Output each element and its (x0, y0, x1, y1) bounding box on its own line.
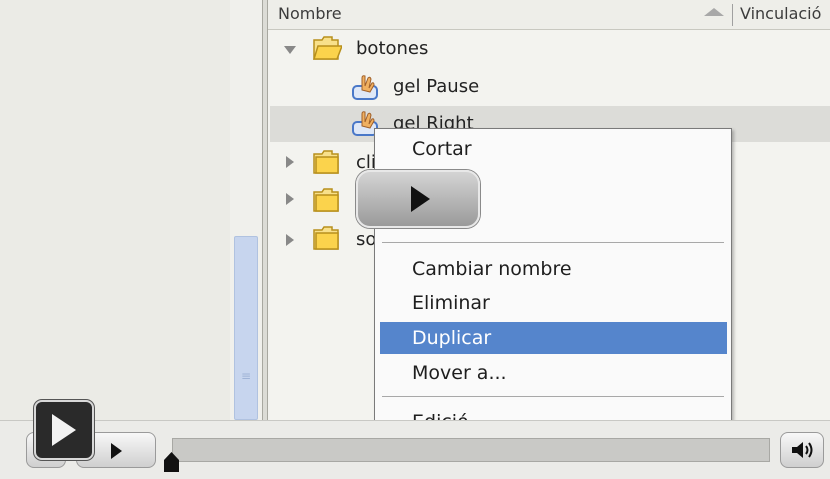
sort-arrow-icon[interactable] (704, 8, 724, 16)
column-linkage-header[interactable]: Vinculació (740, 4, 821, 23)
video-frame: ≡ Nombre Vinculació botones gel Pause ge… (0, 0, 830, 479)
folder-open-icon (312, 36, 342, 60)
library-row-botones[interactable] (270, 31, 830, 67)
collapse-arrow-icon[interactable] (286, 156, 294, 168)
menu-separator (382, 396, 724, 397)
collapse-arrow-icon[interactable] (286, 234, 294, 246)
play-icon (52, 414, 76, 446)
scrollbar-thumb[interactable] (234, 236, 258, 420)
collapse-arrow-icon[interactable] (286, 193, 294, 205)
folder-icon (313, 226, 339, 250)
speaker-icon (792, 442, 813, 458)
play-icon (111, 443, 122, 459)
menu-item-cut[interactable]: Cortar (412, 138, 472, 160)
library-item-label: gel Pause (393, 76, 480, 97)
play-icon (411, 186, 430, 212)
scrollbar-grip-icon: ≡ (240, 369, 252, 383)
expand-arrow-icon[interactable] (284, 46, 296, 54)
column-separator[interactable] (732, 4, 733, 26)
menu-item-move-to[interactable]: Mover a... (412, 362, 507, 384)
library-item-label: botones (356, 38, 429, 59)
menu-item-edit[interactable]: Edició (412, 409, 469, 420)
folder-icon (313, 150, 339, 174)
left-pane (0, 0, 230, 420)
seek-handle-icon[interactable] (164, 452, 179, 472)
menu-separator (382, 242, 724, 243)
menu-item-delete[interactable]: Eliminar (412, 292, 490, 314)
folder-icon (313, 188, 339, 212)
menu-item-rename[interactable]: Cambiar nombre (412, 258, 572, 280)
column-name-header[interactable]: Nombre (278, 4, 342, 23)
button-symbol-icon (352, 75, 378, 100)
seek-bar[interactable] (172, 438, 770, 462)
menu-item-duplicate[interactable]: Duplicar (412, 327, 491, 349)
